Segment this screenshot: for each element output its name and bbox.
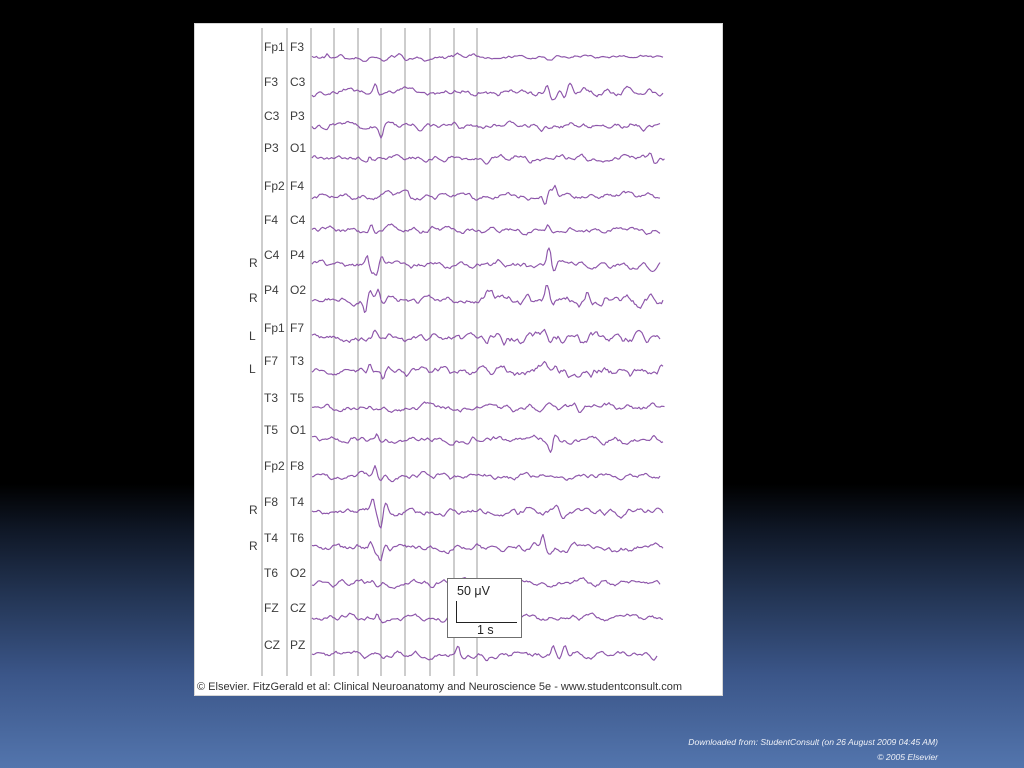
channel-electrode-1: F4 — [264, 213, 279, 227]
channel-electrode-1: T4 — [264, 531, 279, 545]
calibration-box: 50 μV 1 s — [447, 578, 522, 638]
channel-electrode-1: C3 — [264, 109, 280, 123]
slide: Fp1 F3 F3 C3 C3 P3 P3 O1 Fp2 F4 F4 C4 R C4 P4 R P4 O2 L Fp1… — [0, 0, 1024, 768]
channel-electrode-2: C3 — [290, 75, 306, 89]
channel-electrode-2: F3 — [290, 40, 305, 54]
source-note: Downloaded from: StudentConsult (on 26 A… — [688, 737, 938, 747]
channel-electrode-1: T5 — [264, 423, 279, 437]
hemisphere-marker: R — [249, 539, 258, 553]
channel-electrode-2: O1 — [290, 141, 307, 155]
channel-electrode-2: O1 — [290, 423, 307, 437]
hemisphere-marker: R — [249, 503, 258, 517]
channel-electrode-2: C4 — [290, 213, 306, 227]
calibration-amplitude-bar — [456, 601, 457, 623]
channel-electrode-1: FZ — [264, 601, 279, 615]
channel-electrode-2: CZ — [290, 601, 306, 615]
channel-electrode-1: T3 — [264, 391, 279, 405]
hemisphere-marker: R — [249, 256, 258, 270]
channel-electrode-2: T3 — [290, 354, 305, 368]
slide-footer: Downloaded from: StudentConsult (on 26 A… — [688, 735, 938, 765]
copyright-note: © 2005 Elsevier — [877, 752, 938, 762]
channel-electrode-1: Fp1 — [264, 40, 285, 54]
figure-caption: © Elsevier. FitzGerald et al: Clinical N… — [197, 681, 682, 693]
channel-electrode-2: O2 — [290, 566, 307, 580]
channel-electrode-2: P3 — [290, 109, 305, 123]
eeg-figure: Fp1 F3 F3 C3 C3 P3 P3 O1 Fp2 F4 F4 C4 R C4 P4 R P4 O2 L Fp1… — [194, 23, 723, 696]
channel-electrode-1: F3 — [264, 75, 279, 89]
channel-electrode-2: T5 — [290, 391, 305, 405]
channel-electrode-2: PZ — [290, 638, 306, 652]
channel-electrode-1: T6 — [264, 566, 279, 580]
hemisphere-marker: L — [249, 329, 256, 343]
channel-electrode-1: P3 — [264, 141, 279, 155]
channel-electrode-2: F8 — [290, 459, 305, 473]
channel-electrode-1: Fp2 — [264, 179, 285, 193]
channel-electrode-1: C4 — [264, 248, 280, 262]
channel-electrode-1: CZ — [264, 638, 280, 652]
channel-electrode-2: T4 — [290, 495, 305, 509]
hemisphere-marker: L — [249, 362, 256, 376]
channel-electrode-2: F4 — [290, 179, 305, 193]
channel-electrode-1: F8 — [264, 495, 279, 509]
channel-electrode-2: P4 — [290, 248, 305, 262]
channel-electrode-1: Fp1 — [264, 321, 285, 335]
channel-electrode-1: F7 — [264, 354, 279, 368]
channel-electrode-2: F7 — [290, 321, 305, 335]
channel-electrode-1: Fp2 — [264, 459, 285, 473]
channel-electrode-2: O2 — [290, 283, 307, 297]
calibration-amplitude-label: 50 μV — [457, 584, 490, 598]
channel-electrode-2: T6 — [290, 531, 305, 545]
hemisphere-marker: R — [249, 291, 258, 305]
channel-electrode-1: P4 — [264, 283, 279, 297]
calibration-time-label: 1 s — [477, 623, 494, 637]
